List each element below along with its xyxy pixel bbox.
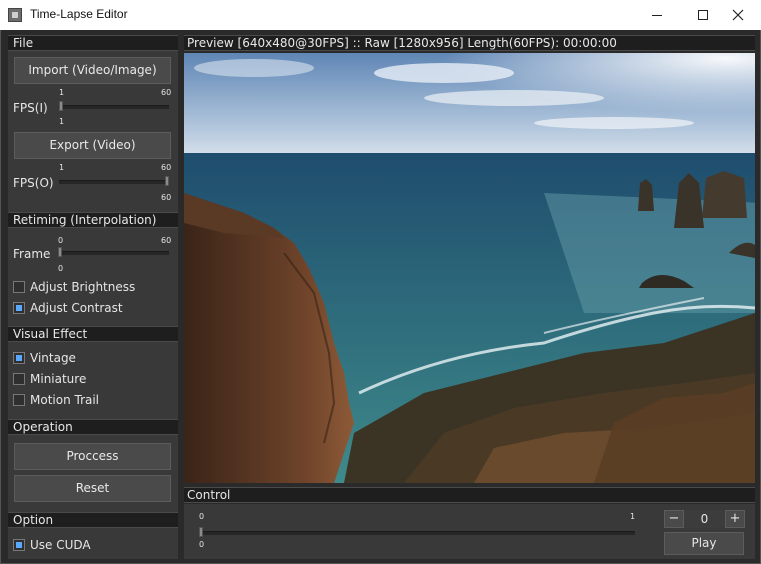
app-icon (8, 8, 22, 22)
frame-value: 0 (58, 264, 64, 273)
adjust-brightness-label: Adjust Brightness (30, 280, 136, 294)
fps-out-label: FPS(O) (13, 176, 54, 190)
minimize-icon (652, 14, 662, 16)
preview-image (184, 53, 755, 483)
file-section-header: File (8, 35, 178, 51)
decrement-button[interactable]: − (664, 510, 684, 528)
fps-out-value: 60 (161, 193, 172, 202)
fps-in-min-label: 1 (59, 88, 65, 97)
miniature-checkbox[interactable]: Miniature (13, 371, 86, 387)
adjust-brightness-checkbox[interactable]: Adjust Brightness (13, 279, 135, 295)
vintage-checkbox[interactable]: Vintage (13, 350, 76, 366)
fps-in-slider-handle[interactable] (59, 101, 63, 111)
title-bar: Time-Lapse Editor (0, 0, 761, 30)
frame-min-label: 0 (58, 236, 64, 245)
left-panel: File Import (Video/Image) 1 60 FPS(I) 1 … (8, 35, 178, 559)
fps-in-slider[interactable] (59, 105, 169, 109)
adjust-contrast-box[interactable] (13, 302, 25, 314)
miniature-label: Miniature (30, 372, 87, 386)
fps-out-min-label: 1 (59, 163, 65, 172)
preview-header: Preview [640x480@30FPS] :: Raw [1280x956… (184, 35, 755, 51)
fps-out-slider[interactable] (59, 180, 169, 184)
frame-label: Frame (13, 247, 51, 261)
import-button[interactable]: Import (Video/Image) (14, 57, 171, 84)
timeline-value: 0 (199, 540, 205, 549)
reset-button[interactable]: Reset (14, 475, 171, 502)
retiming-section-header: Retiming (Interpolation) (8, 212, 178, 228)
frame-slider-handle[interactable] (58, 247, 62, 257)
control-header: Control (184, 487, 755, 503)
option-section-header: Option (8, 512, 178, 528)
main-window: File Import (Video/Image) 1 60 FPS(I) 1 … (0, 30, 761, 564)
fps-out-max-label: 60 (161, 163, 172, 172)
timeline-slider[interactable] (199, 531, 635, 535)
play-button[interactable]: Play (664, 532, 744, 555)
frame-slider[interactable] (58, 251, 169, 255)
vintage-box[interactable] (13, 352, 25, 364)
export-button[interactable]: Export (Video) (14, 132, 171, 159)
frame-stepper-value[interactable]: 0 (684, 510, 725, 528)
adjust-contrast-checkbox[interactable]: Adjust Contrast (13, 300, 123, 316)
motion-trail-label: Motion Trail (30, 393, 100, 407)
process-button[interactable]: Proccess (14, 443, 171, 470)
fps-in-value: 1 (59, 117, 65, 126)
adjust-contrast-label: Adjust Contrast (30, 301, 123, 315)
adjust-brightness-box[interactable] (13, 281, 25, 293)
window-title: Time-Lapse Editor (30, 7, 128, 21)
frame-max-label: 60 (161, 236, 172, 245)
close-button[interactable] (715, 0, 761, 30)
increment-button[interactable]: + (725, 510, 745, 528)
motion-trail-checkbox[interactable]: Motion Trail (13, 392, 99, 408)
timeline-min-label: 0 (199, 512, 205, 521)
fps-in-max-label: 60 (161, 88, 172, 97)
miniature-box[interactable] (13, 373, 25, 385)
use-cuda-checkbox[interactable]: Use CUDA (13, 537, 91, 553)
coastal-landscape-image (184, 53, 755, 483)
vintage-label: Vintage (30, 351, 76, 365)
close-icon (732, 9, 744, 21)
motion-trail-box[interactable] (13, 394, 25, 406)
use-cuda-box[interactable] (13, 539, 25, 551)
use-cuda-label: Use CUDA (30, 538, 91, 552)
timeline-max-label: 1 (630, 512, 636, 521)
control-panel: 0 1 0 − 0 + Play (184, 504, 755, 559)
fps-out-slider-handle[interactable] (165, 176, 169, 186)
timeline-slider-handle[interactable] (199, 527, 203, 537)
minimize-button[interactable] (634, 0, 680, 30)
fps-in-label: FPS(I) (13, 101, 48, 115)
visual-effect-section-header: Visual Effect (8, 326, 178, 342)
maximize-icon (698, 10, 708, 20)
operation-section-header: Operation (8, 419, 178, 435)
